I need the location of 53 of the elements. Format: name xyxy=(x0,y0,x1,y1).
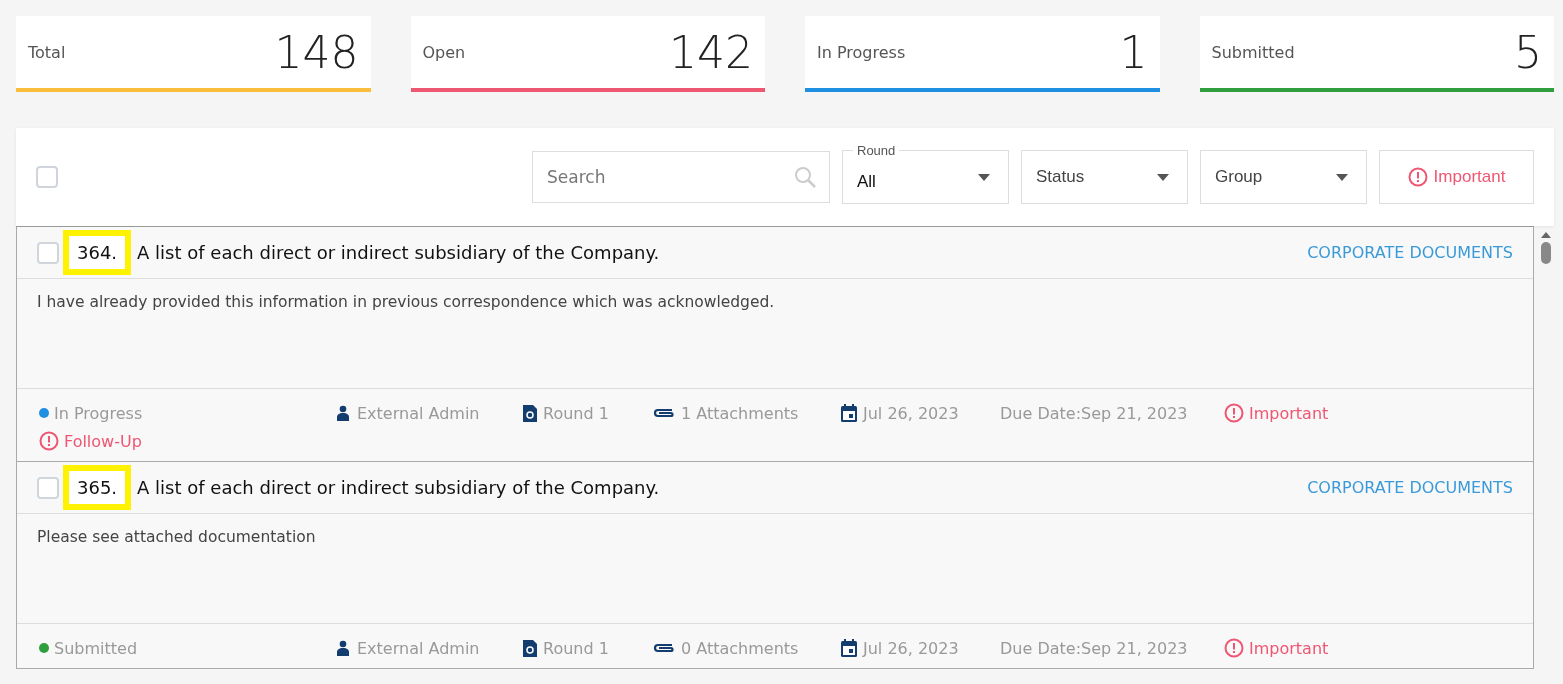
search-icon xyxy=(794,166,816,188)
stat-label: Open xyxy=(422,42,466,62)
calendar-icon xyxy=(840,638,858,658)
due-date-label: Due Date:Sep 21, 2023 xyxy=(1000,638,1188,658)
item-checkbox[interactable] xyxy=(37,241,59,264)
stat-label: Submitted xyxy=(1211,42,1295,62)
flag-label: Important xyxy=(1249,403,1329,423)
attachments-label: 1 Attachments xyxy=(681,403,799,423)
round-label: Round 1 xyxy=(543,638,609,658)
alert-icon xyxy=(1407,167,1428,187)
stat-value: 5 xyxy=(1514,26,1542,78)
caret-icon xyxy=(1157,173,1169,181)
item-number: 365. xyxy=(63,465,132,510)
scrollbar-thumb[interactable] xyxy=(1541,242,1551,264)
filter-dropdown[interactable]: Group xyxy=(1200,150,1367,204)
status-label: Submitted xyxy=(54,638,138,658)
stat-label: In Progress xyxy=(817,42,906,62)
stat-label: Total xyxy=(28,42,66,62)
scroll-up-icon[interactable] xyxy=(1541,232,1551,238)
owner-label: External Admin xyxy=(357,638,480,658)
stat-value: 142 xyxy=(669,26,753,78)
owner-label: External Admin xyxy=(357,403,480,423)
due-date-label: Due Date:Sep 21, 2023 xyxy=(1000,403,1188,423)
item-title: A list of each direct or indirect subsidiary of the Company. xyxy=(137,242,660,263)
select-all-checkbox[interactable] xyxy=(36,166,58,188)
date-label: Jul 26, 2023 xyxy=(863,638,959,658)
stat-value: 148 xyxy=(274,26,359,78)
document-icon xyxy=(522,638,538,658)
item-title: A list of each direct or indirect subsidiary of the Company. xyxy=(137,477,660,498)
stat-value: 1 xyxy=(1119,26,1148,78)
alert-icon xyxy=(1224,638,1244,658)
item-number: 364. xyxy=(63,230,132,275)
status-label: In Progress xyxy=(54,403,143,423)
users-icon xyxy=(334,405,352,421)
caret-icon xyxy=(1336,173,1348,181)
caret-icon xyxy=(978,173,990,181)
alert-icon xyxy=(39,431,59,451)
paperclip-icon xyxy=(652,406,676,420)
response-text: Please see attached documentation xyxy=(37,528,316,546)
users-icon xyxy=(334,640,352,656)
paperclip-icon xyxy=(652,641,676,655)
flag-label: Important xyxy=(1249,638,1329,658)
date-label: Jul 26, 2023 xyxy=(863,403,959,423)
response-text: I have already provided this information in previous correspondence which was acknowledged. xyxy=(37,293,775,311)
filter-dropdown[interactable]: Status xyxy=(1021,150,1188,204)
attachments-label: 0 Attachments xyxy=(681,638,799,658)
item-checkbox[interactable] xyxy=(37,476,59,499)
search-field[interactable]: Search xyxy=(532,151,830,203)
document-icon xyxy=(522,403,538,423)
round-label: Round 1 xyxy=(543,403,609,423)
alert-icon xyxy=(1224,403,1244,423)
flag-label: Follow-Up xyxy=(64,431,142,451)
calendar-icon xyxy=(840,403,858,423)
